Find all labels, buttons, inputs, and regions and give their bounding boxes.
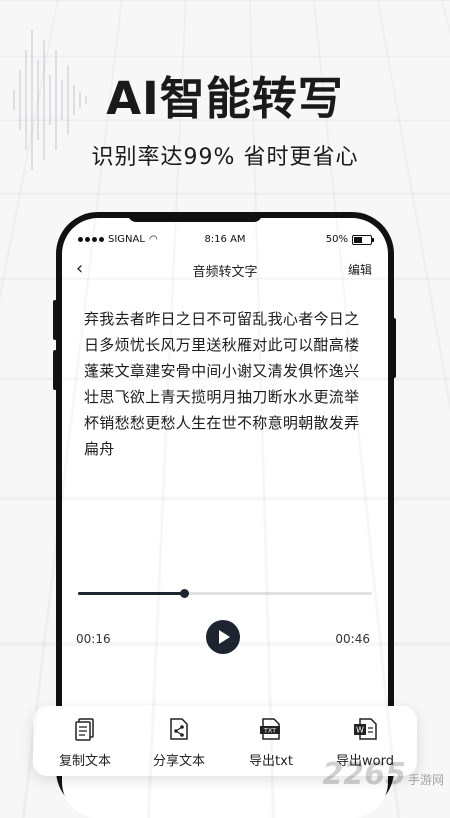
share-text-button[interactable]: 分享文本 <box>139 716 219 769</box>
edit-button[interactable]: 编辑 <box>348 261 372 278</box>
watermark-suffix: 手游网 <box>407 773 444 787</box>
word-file-icon: W <box>354 718 377 740</box>
play-icon[interactable] <box>206 620 240 654</box>
total-time: 00:46 <box>335 632 370 646</box>
progress-fill <box>78 592 184 595</box>
page-title: 音频转文字 <box>192 265 258 280</box>
hero-title: AI智能转写 <box>106 72 344 125</box>
transcript-text: 弃我去者昨日之日不可留乱我心者今日之日多烦忧长风万里送秋雁对此可以酣高楼蓬莱文章… <box>84 310 360 458</box>
copy-text-button[interactable]: 复制文本 <box>45 716 125 769</box>
export-txt-label: 导出txt <box>249 754 293 769</box>
phone-notch <box>128 212 262 222</box>
share-file-icon <box>170 718 188 740</box>
share-text-label: 分享文本 <box>152 754 205 769</box>
svg-text:TXT: TXT <box>263 727 276 735</box>
current-time: 00:16 <box>76 632 111 646</box>
phone-power-button <box>392 318 396 378</box>
svg-text:W: W <box>356 726 364 735</box>
watermark-logo: 2265 <box>322 757 406 792</box>
phone-volume-button <box>53 350 57 390</box>
battery-icon <box>352 234 374 245</box>
export-txt-button[interactable]: TXT 导出txt <box>231 716 311 769</box>
txt-file-icon: TXT <box>260 718 280 740</box>
document-copy-icon <box>75 718 94 741</box>
battery-percent: 50% <box>325 234 348 245</box>
copy-text-label: 复制文本 <box>58 754 111 769</box>
nav-bar: ‹ 音频转文字 编辑 <box>62 258 388 282</box>
playback-progress-bar[interactable] <box>78 589 372 598</box>
hero-subtitle: 识别率达99% 省时更省心 <box>91 145 359 170</box>
progress-knob[interactable] <box>179 589 189 598</box>
phone-volume-button <box>53 300 57 340</box>
site-watermark: 2265 手游网 <box>322 757 444 792</box>
status-bar: SIGNAL ◠ 8:16 AM 50% <box>78 234 374 250</box>
